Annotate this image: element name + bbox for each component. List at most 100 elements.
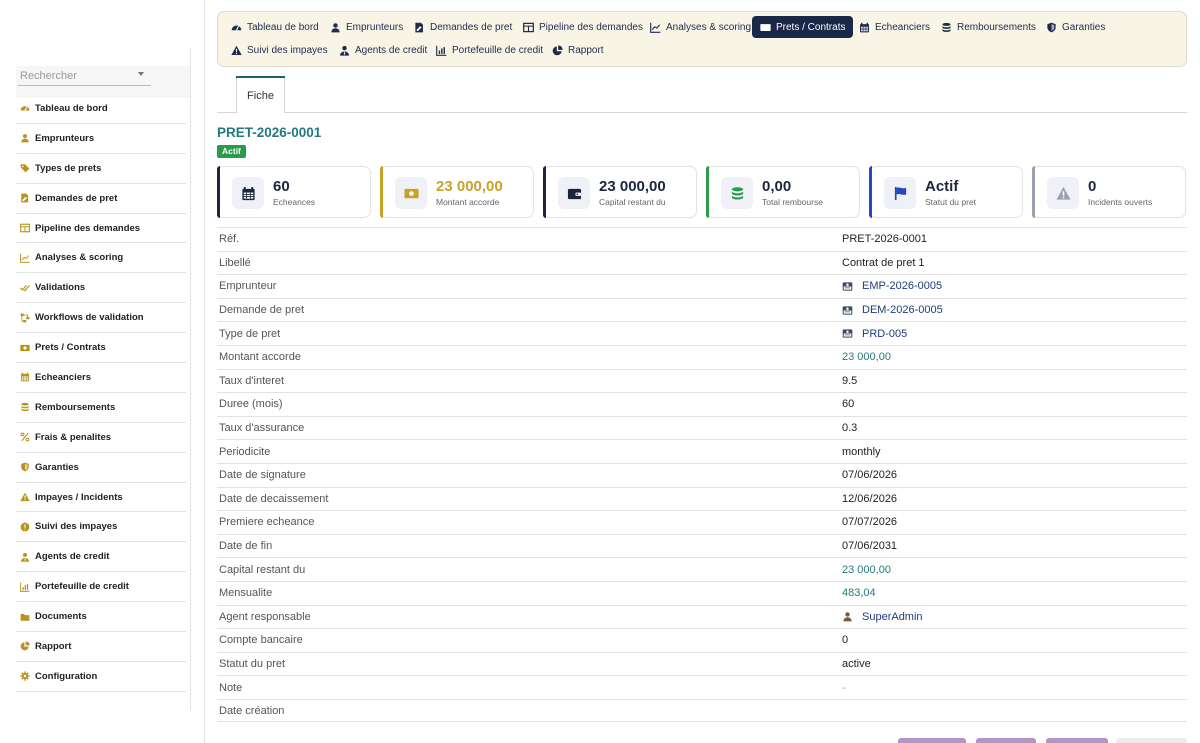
field-value: 0	[842, 634, 848, 646]
sidebar-item-remboursements[interactable]: Remboursements	[16, 393, 186, 423]
topmenu-item-suivi-des-impayes[interactable]: Suivi des impayes	[223, 39, 336, 61]
field-value-link[interactable]: DEM-2026-0005	[842, 304, 943, 316]
topmenu-item-echeanciers[interactable]: Echeanciers	[851, 16, 938, 38]
kpi-card: 23 000,00 Montant accorde	[380, 166, 534, 218]
sidebar-item-impayes-incidents[interactable]: Impayes / Incidents	[16, 483, 186, 513]
table-row: Emprunteur EMP-2026-0005	[217, 274, 1187, 298]
tab-fiche[interactable]: Fiche	[236, 77, 285, 113]
action-button[interactable]	[1116, 738, 1187, 743]
field-label: Premiere echeance	[219, 516, 315, 529]
user-tie-icon	[19, 551, 30, 562]
kpi-accent-bar	[869, 166, 872, 218]
sidebar-item-prets-contrats[interactable]: Prets / Contrats	[16, 333, 186, 364]
field-value-text: 07/06/2031	[842, 540, 898, 553]
sidebar-item-demandes-de-pret[interactable]: Demandes de pret	[16, 184, 186, 214]
sidebar-menu: Tableau de bord Emprunteurs Types de prets…	[16, 94, 186, 692]
topmenu-item-portefeuille-de-credit[interactable]: Portefeuille de credit	[428, 39, 551, 61]
topmenu-item-agents-de-credit[interactable]: Agents de credit	[331, 39, 435, 61]
user-icon	[842, 611, 862, 622]
kpi-label: Total rembourse	[762, 197, 823, 207]
search-input[interactable]: Rechercher	[18, 68, 151, 86]
topmenu-item-demandes-de-pret[interactable]: Demandes de pret	[406, 16, 520, 38]
topmenu-item-remboursements[interactable]: Remboursements	[933, 16, 1044, 38]
sidebar-item-pipeline-des-demandes[interactable]: Pipeline des demandes	[16, 214, 186, 244]
tags-icon	[19, 163, 30, 174]
table-row: Agent responsable SuperAdmin	[217, 604, 1187, 629]
kpi-card: 0 Incidents ouverts	[1032, 166, 1186, 218]
table-row: Capital restant du 23 000,00	[217, 557, 1187, 581]
topmenu-item-label: Analyses & scoring	[666, 21, 752, 33]
kpi-value: 23 000,00	[599, 178, 666, 195]
field-value-text: PRET-2026-0001	[842, 233, 927, 246]
topmenu-item-label: Suivi des impayes	[247, 44, 328, 56]
action-button[interactable]	[1046, 738, 1108, 743]
topmenu-item-label: Echeanciers	[875, 21, 931, 33]
kpi-value: Actif	[925, 178, 959, 195]
sidebar-item-portefeuille-de-credit[interactable]: Portefeuille de credit	[16, 572, 186, 603]
kpi-value: 0,00	[762, 178, 792, 195]
sidebar-divider	[190, 48, 191, 710]
kpi-value: 23 000,00	[436, 178, 503, 195]
action-button[interactable]	[976, 738, 1036, 743]
field-value-text: -	[842, 681, 846, 694]
topmenu-item-garanties[interactable]: Garanties	[1038, 16, 1113, 38]
field-value-text: 9.5	[842, 374, 858, 387]
calendar-icon	[19, 372, 30, 383]
action-button[interactable]	[898, 738, 966, 743]
sidebar-item-suivi-des-impayes[interactable]: Suivi des impayes	[16, 512, 186, 543]
sidebar-item-label: Emprunteurs	[35, 132, 95, 144]
table-row: Note -	[217, 675, 1187, 699]
field-value: monthly	[842, 446, 881, 458]
field-value-link[interactable]: EMP-2026-0005	[842, 280, 942, 292]
sidebar-item-documents[interactable]: Documents	[16, 602, 186, 633]
page-title: PRET-2026-0001	[217, 125, 322, 140]
kpi-label: Incidents ouverts	[1088, 197, 1153, 207]
project-diagram-icon	[19, 312, 30, 323]
sidebar-item-agents-de-credit[interactable]: Agents de credit	[16, 542, 186, 573]
chevron-down-icon[interactable]	[138, 72, 144, 76]
topmenu-item-emprunteurs[interactable]: Emprunteurs	[322, 16, 411, 38]
sidebar-item-types-de-prets[interactable]: Types de prets	[16, 154, 186, 184]
field-value-text: Contrat de pret 1	[842, 256, 925, 269]
tab-active-indicator	[236, 76, 285, 78]
field-label: Montant accorde	[219, 351, 301, 364]
field-label: Taux d'interet	[219, 374, 285, 387]
kpi-card: Actif Statut du pret	[869, 166, 1023, 218]
topmenu-item-pipeline-des-demandes[interactable]: Pipeline des demandes	[515, 16, 651, 38]
table-row: Date de signature 07/06/2026	[217, 462, 1187, 487]
field-label: Statut du pret	[219, 657, 286, 670]
table-row: Type de pret PRD-005	[217, 321, 1187, 345]
sidebar-item-tableau-de-bord[interactable]: Tableau de bord	[16, 94, 186, 124]
sidebar-item-emprunteurs[interactable]: Emprunteurs	[16, 124, 186, 154]
field-value-link[interactable]: PRD-005	[842, 328, 907, 340]
kpi-accent-bar	[380, 166, 383, 218]
table-row: Date de decaissement 12/06/2026	[217, 486, 1187, 511]
table-row: Mensualite 483,04	[217, 580, 1187, 605]
sidebar-item-rapport[interactable]: Rapport	[16, 632, 186, 662]
sidebar-item-echeanciers[interactable]: Echeanciers	[16, 363, 186, 393]
field-value-text: active	[842, 657, 871, 670]
field-value-text: 12/06/2026	[842, 492, 898, 505]
kpi-label: Capital restant du	[599, 197, 666, 207]
topmenu-item-prets-contrats[interactable]: Prets / Contrats	[752, 16, 854, 38]
sidebar-item-analyses-scoring[interactable]: Analyses & scoring	[16, 243, 186, 274]
sidebar-item-validations[interactable]: Validations	[16, 273, 186, 304]
sidebar-item-garanties[interactable]: Garanties	[16, 453, 186, 483]
sidebar-item-configuration[interactable]: Configuration	[16, 662, 186, 692]
kpi-value: 60	[273, 178, 290, 195]
kpi-value: 0	[1088, 178, 1097, 195]
topmenu-item-analyses-scoring[interactable]: Analyses & scoring	[642, 16, 759, 38]
chart-area-icon	[19, 581, 30, 592]
sidebar-item-frais-penalites[interactable]: Frais & penalites	[16, 423, 186, 453]
sidebar-item-workflows-de-validation[interactable]: Workflows de validation	[16, 303, 186, 334]
topmenu-item-rapport[interactable]: Rapport	[544, 39, 612, 61]
field-value: 23 000,00	[842, 564, 891, 576]
id-card-icon	[842, 305, 862, 316]
topmenu-item-tableau-de-bord[interactable]: Tableau de bord	[223, 16, 327, 38]
field-value-text: PRD-005	[862, 327, 908, 340]
kpi-accent-bar	[217, 166, 220, 218]
folder-icon	[19, 611, 30, 622]
topmenu-item-label: Remboursements	[957, 21, 1036, 33]
field-value-link[interactable]: SuperAdmin	[842, 611, 923, 623]
kpi-accent-bar	[706, 166, 709, 218]
